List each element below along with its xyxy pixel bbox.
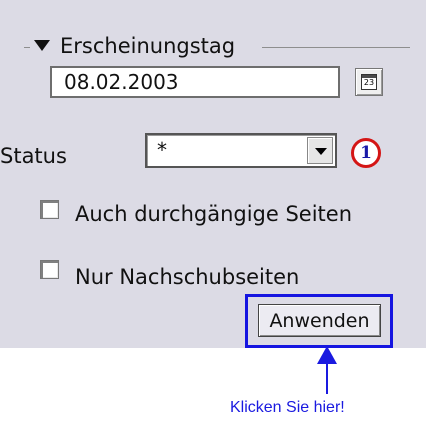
checkbox-durchgaengige-seiten[interactable]: [40, 200, 59, 219]
section-title: Erscheinungstag: [60, 34, 236, 58]
checkbox-label-durchgaengige-seiten: Auch durchgängige Seiten: [75, 202, 353, 226]
fieldset-border-top-left: [24, 47, 30, 48]
apply-button-highlight: Anwenden: [245, 294, 393, 348]
apply-button[interactable]: Anwenden: [258, 304, 381, 337]
arrow-shaft: [326, 360, 328, 394]
triangle-down-icon: [34, 39, 50, 51]
section-toggle[interactable]: Erscheinungstag: [34, 32, 244, 60]
calendar-button[interactable]: 23: [355, 68, 383, 96]
status-label: Status: [0, 144, 67, 168]
panel-edge: [420, 0, 426, 348]
callout-text: Klicken Sie hier!: [230, 399, 345, 416]
status-selected-value: *: [157, 138, 167, 162]
step-badge: 1: [351, 138, 381, 168]
date-input[interactable]: 08.02.2003: [50, 66, 340, 98]
checkbox-label-nachschubseiten: Nur Nachschubseiten: [75, 265, 300, 289]
checkbox-nachschubseiten[interactable]: [40, 260, 59, 279]
chevron-down-icon[interactable]: [307, 137, 333, 164]
status-select[interactable]: *: [145, 133, 337, 168]
fieldset-border-top-right: [262, 47, 410, 48]
calendar-icon: 23: [361, 74, 377, 90]
